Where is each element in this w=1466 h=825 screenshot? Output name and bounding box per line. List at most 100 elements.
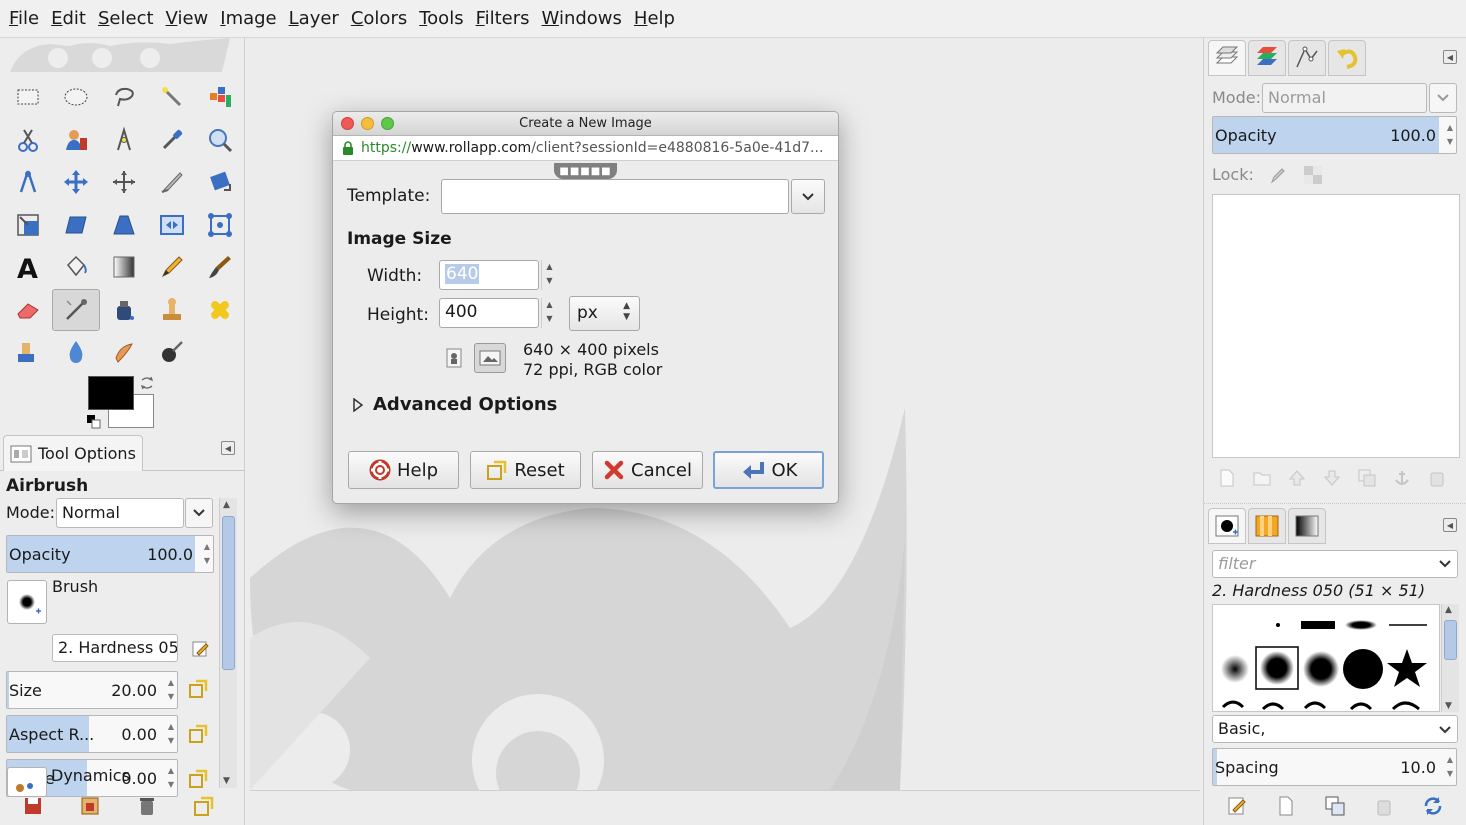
menu-edit[interactable]: Edit <box>46 8 93 29</box>
menu-help[interactable]: Help <box>629 8 682 29</box>
fuzzy-select-tool[interactable] <box>148 76 196 118</box>
new-brush-icon[interactable] <box>1271 791 1301 821</box>
blend-tool[interactable] <box>100 246 148 288</box>
layer-opacity-spinner[interactable]: ▲ ▼ <box>1447 121 1453 149</box>
menu-select[interactable]: Select <box>93 8 161 29</box>
menu-tools[interactable]: Tools <box>414 8 470 29</box>
delete-layer-icon[interactable] <box>1422 463 1452 493</box>
measure-tool[interactable] <box>4 161 52 203</box>
crop-tool[interactable] <box>148 161 196 203</box>
unit-selector[interactable]: px ▲ ▼ <box>569 296 640 331</box>
reset-tool-options-icon[interactable] <box>189 791 219 821</box>
free-select-tool[interactable] <box>100 76 148 118</box>
tab-paths[interactable] <box>1288 40 1326 76</box>
layer-mode-combo[interactable]: Normal <box>1262 83 1427 113</box>
portrait-orientation-icon[interactable] <box>445 347 463 369</box>
scroll-down-icon[interactable]: ▼ <box>223 776 230 786</box>
brush-preset-combo[interactable]: Basic, <box>1212 715 1458 743</box>
menu-file[interactable]: File <box>4 8 46 29</box>
paths-tool[interactable] <box>100 119 148 161</box>
scroll-up-icon[interactable]: ▲ <box>223 500 230 510</box>
brush-name-field[interactable]: 2. Hardness 050 <box>52 634 178 662</box>
reset-button[interactable]: Reset <box>470 451 581 489</box>
tool-options-scroll-thumb[interactable] <box>222 516 235 670</box>
dock-separator[interactable] <box>1204 503 1466 504</box>
airbrush-tool[interactable] <box>52 288 100 331</box>
blur-tool[interactable] <box>52 331 100 373</box>
tool-opacity-spinner[interactable]: ▲ ▼ <box>204 540 210 568</box>
new-layer-icon[interactable] <box>1212 463 1242 493</box>
delete-tool-preset-icon[interactable] <box>132 791 162 821</box>
width-spinner[interactable]: ▲ ▼ <box>541 260 557 290</box>
tool-options-scrollbar[interactable]: ▲ ▼ <box>219 498 237 788</box>
color-picker-tool[interactable] <box>148 119 196 161</box>
duplicate-brush-icon[interactable] <box>1320 791 1350 821</box>
advanced-options-expander[interactable]: Advanced Options <box>353 394 557 415</box>
aspect-ratio-slider[interactable]: Aspect R... 0.00 ▲ ▼ <box>6 715 178 753</box>
ink-tool[interactable] <box>100 289 148 331</box>
shear-tool[interactable] <box>52 204 100 246</box>
lock-pixels-icon[interactable] <box>1268 165 1288 185</box>
brushes-panel-menu-button[interactable]: ◀ <box>1443 518 1457 532</box>
tool-mode-combo[interactable]: Normal <box>56 498 184 528</box>
tool-options-panel-menu-button[interactable]: ◀ <box>221 441 235 455</box>
cage-transform-tool[interactable] <box>196 204 244 246</box>
ellipse-select-tool[interactable] <box>52 76 100 118</box>
raise-layer-icon[interactable] <box>1282 463 1312 493</box>
lower-layer-icon[interactable] <box>1317 463 1347 493</box>
move-tool[interactable] <box>52 161 100 203</box>
menu-view[interactable]: View <box>161 8 216 29</box>
smudge-tool[interactable] <box>100 331 148 373</box>
tab-undo-history[interactable] <box>1328 40 1366 76</box>
scroll-up-icon[interactable]: ▲ <box>1445 605 1452 615</box>
chevron-down-icon[interactable] <box>1438 559 1452 569</box>
alignment-tool[interactable] <box>100 161 148 203</box>
foreground-select-tool[interactable] <box>52 119 100 161</box>
reset-angle-icon[interactable] <box>188 769 208 789</box>
tab-patterns[interactable] <box>1248 508 1286 544</box>
angle-spinner[interactable]: ▲ ▼ <box>168 764 174 792</box>
ok-button[interactable]: OK <box>713 451 824 489</box>
tab-channels[interactable] <box>1248 40 1286 76</box>
pencil-tool[interactable] <box>148 246 196 288</box>
tool-mode-dropdown[interactable] <box>185 498 213 528</box>
clone-tool[interactable] <box>148 289 196 331</box>
menu-colors[interactable]: Colors <box>346 8 414 29</box>
eraser-tool[interactable] <box>4 289 52 331</box>
rotate-tool[interactable] <box>196 161 244 203</box>
landscape-orientation-button[interactable] <box>474 343 506 373</box>
reset-size-icon[interactable] <box>188 679 208 699</box>
layer-mode-dropdown[interactable] <box>1429 83 1457 113</box>
tool-options-tab[interactable]: Tool Options <box>3 435 143 471</box>
tool-opacity-slider[interactable]: Opacity 100.0 ▲ ▼ <box>6 535 214 573</box>
select-by-color-tool[interactable] <box>196 76 244 118</box>
tab-gradients[interactable] <box>1288 508 1326 544</box>
anchor-layer-icon[interactable] <box>1387 463 1417 493</box>
maximize-window-button[interactable] <box>381 117 394 130</box>
perspective-tool[interactable] <box>100 204 148 246</box>
restore-tool-preset-icon[interactable] <box>75 791 105 821</box>
brush-grid[interactable] <box>1212 604 1440 712</box>
layer-opacity-slider[interactable]: Opacity 100.0 ▲ ▼ <box>1212 116 1457 154</box>
dialog-titlebar[interactable]: Create a New Image <box>333 112 838 136</box>
delete-brush-icon[interactable] <box>1369 791 1399 821</box>
scroll-down-icon[interactable]: ▼ <box>1445 701 1452 711</box>
brush-filter-input[interactable]: filter <box>1212 550 1458 578</box>
default-colors-icon[interactable] <box>86 414 102 430</box>
foreground-color-swatch[interactable] <box>88 376 134 410</box>
edit-brush-icon[interactable] <box>190 639 210 659</box>
bucket-fill-tool[interactable] <box>52 246 100 288</box>
text-tool[interactable]: A <box>4 246 52 288</box>
minimize-window-button[interactable] <box>361 117 374 130</box>
brush-spacing-spinner[interactable]: ▲ ▼ <box>1447 753 1453 781</box>
brush-grid-scrollbar[interactable]: ▲ ▼ <box>1441 604 1459 712</box>
new-layer-group-icon[interactable] <box>1247 463 1277 493</box>
brush-spacing-slider[interactable]: Spacing 10.0 ▲ ▼ <box>1212 748 1457 786</box>
duplicate-layer-icon[interactable] <box>1352 463 1382 493</box>
brush-grid-scroll-thumb[interactable] <box>1444 620 1457 660</box>
menu-filters[interactable]: Filters <box>471 8 537 29</box>
zoom-tool[interactable] <box>196 119 244 161</box>
rect-select-tool[interactable] <box>4 76 52 118</box>
chevron-down-icon[interactable] <box>1438 725 1452 735</box>
cancel-button[interactable]: Cancel <box>592 451 703 489</box>
